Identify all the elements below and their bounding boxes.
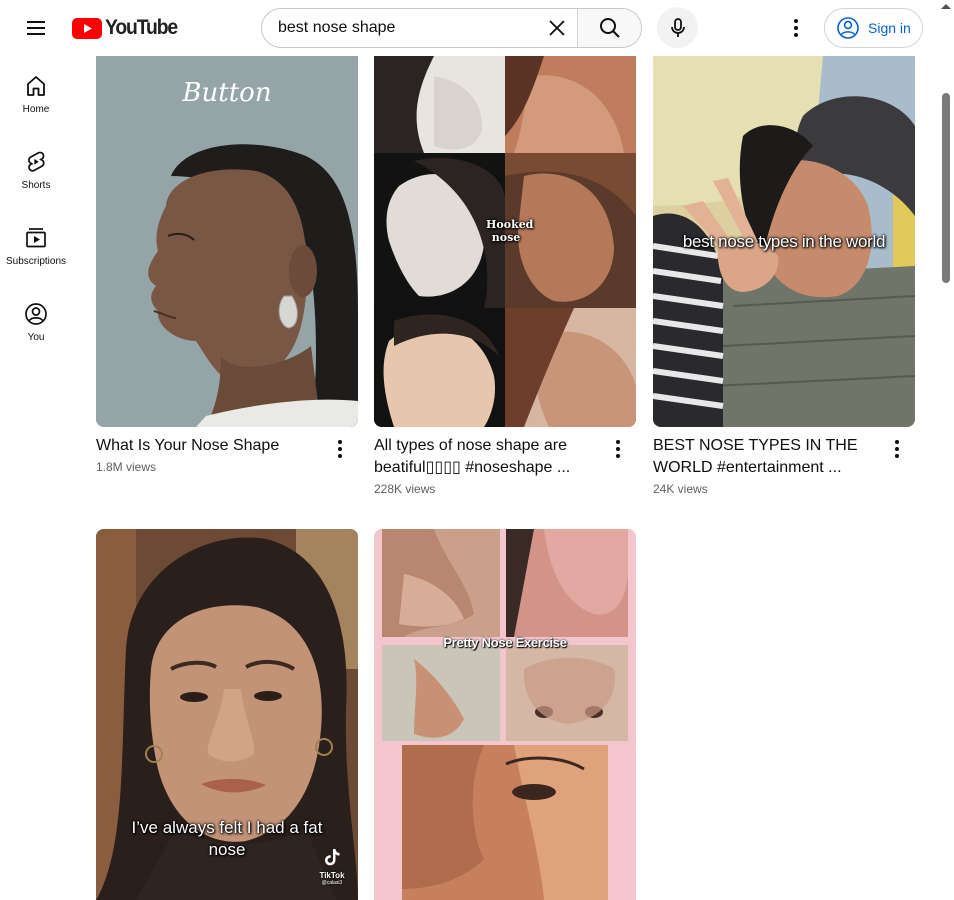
video-title[interactable]: All types of nose shape are beatiful▯▯▯▯… [374, 435, 600, 479]
video-action-menu-button[interactable] [606, 437, 630, 461]
video-meta: All types of nose shape are beatiful▯▯▯▯… [374, 427, 636, 496]
subscriptions-icon [26, 228, 46, 248]
video-views: 24K views [653, 482, 708, 496]
sidebar-item-shorts[interactable]: Shorts [4, 132, 68, 206]
sidebar-item-home[interactable]: Home [4, 56, 68, 130]
video-card: Hooked nose All types of nose shape are … [374, 56, 636, 496]
thumbnail-image [374, 529, 636, 900]
video-thumbnail[interactable]: Hooked nose [374, 56, 636, 427]
scroll-up-arrow-icon[interactable] [941, 4, 951, 9]
video-thumbnail[interactable]: best nose types in the world [653, 56, 915, 427]
tiktok-logo-icon [325, 849, 340, 866]
guide-menu-button[interactable] [16, 8, 56, 48]
thumbnail-overlay-text: I’ve always felt I had a fat nose [131, 818, 323, 859]
more-vertical-icon [895, 440, 899, 458]
voice-search-button[interactable] [657, 7, 698, 48]
video-thumbnail[interactable]: Pretty Nose Exercise [374, 529, 636, 900]
sidebar-item-subscriptions[interactable]: Subscriptions [4, 208, 68, 282]
account-circle-icon [837, 17, 859, 39]
thumbnail-overlay-text: Hooked nose [486, 218, 534, 244]
hamburger-menu-icon [27, 21, 45, 35]
video-card: Button What Is Your Nose Shape 1.8M view… [96, 56, 358, 474]
tiktok-watermark-user: @calasi3 [321, 880, 343, 886]
search-button[interactable] [577, 9, 641, 47]
sign-in-button[interactable]: Sign in [824, 8, 923, 48]
video-meta: What Is Your Nose Shape 1.8M views [96, 427, 358, 474]
sidebar-item-label: You [27, 332, 45, 343]
sidebar-item-label: Shorts [21, 180, 51, 191]
shorts-icon [28, 151, 45, 172]
thumbnail-overlay-text: Pretty Nose Exercise [443, 635, 567, 650]
tiktok-watermark: TikTok @calasi3 [312, 848, 352, 886]
search-input[interactable] [262, 9, 537, 47]
sidebar-item-label: Subscriptions [5, 256, 67, 267]
thumbnail-image [96, 56, 358, 427]
video-action-menu-button[interactable] [328, 437, 352, 461]
sidebar-item-you[interactable]: You [4, 284, 68, 358]
video-thumbnail[interactable]: I’ve always felt I had a fat nose TikTok… [96, 529, 358, 900]
video-title[interactable]: What Is Your Nose Shape [96, 435, 322, 457]
video-thumbnail[interactable]: Button [96, 56, 358, 427]
clear-search-button[interactable] [537, 9, 577, 47]
home-icon [27, 76, 45, 96]
more-vertical-icon [616, 440, 620, 458]
tiktok-watermark-label: TikTok [319, 871, 345, 880]
thumbnail-overlay-text: best nose types in the world [682, 232, 886, 251]
youtube-logo[interactable]: YouTube [72, 16, 183, 40]
search-box [261, 8, 642, 48]
video-views: 1.8M views [96, 460, 157, 474]
page-scrollbar-thumb[interactable] [942, 93, 950, 283]
microphone-icon [670, 17, 685, 37]
masthead: YouTube best nose shape Sign in [0, 0, 938, 56]
search-icon [599, 18, 620, 38]
thumbnail-overlay-text: Button [182, 78, 272, 108]
settings-more-button[interactable] [776, 8, 816, 48]
more-vertical-icon [794, 19, 798, 37]
sign-in-label: Sign in [868, 20, 911, 36]
sidebar-item-label: Home [22, 104, 50, 115]
more-vertical-icon [338, 440, 342, 458]
you-icon [25, 303, 47, 325]
video-card: I’ve always felt I had a fat nose TikTok… [96, 529, 358, 900]
video-action-menu-button[interactable] [885, 437, 909, 461]
video-title[interactable]: BEST NOSE TYPES IN THE WORLD #entertainm… [653, 435, 879, 479]
video-card: best nose types in the world BEST NOSE T… [653, 56, 915, 496]
video-meta: BEST NOSE TYPES IN THE WORLD #entertainm… [653, 427, 915, 496]
youtube-play-logo-icon [72, 17, 102, 39]
video-views: 228K views [374, 482, 436, 496]
mini-guide: Home Shorts Subscriptions You [0, 56, 72, 900]
video-card: Pretty Nose Exercise [374, 529, 636, 900]
close-icon [549, 20, 565, 36]
youtube-logo-text: YouTube [105, 16, 178, 39]
